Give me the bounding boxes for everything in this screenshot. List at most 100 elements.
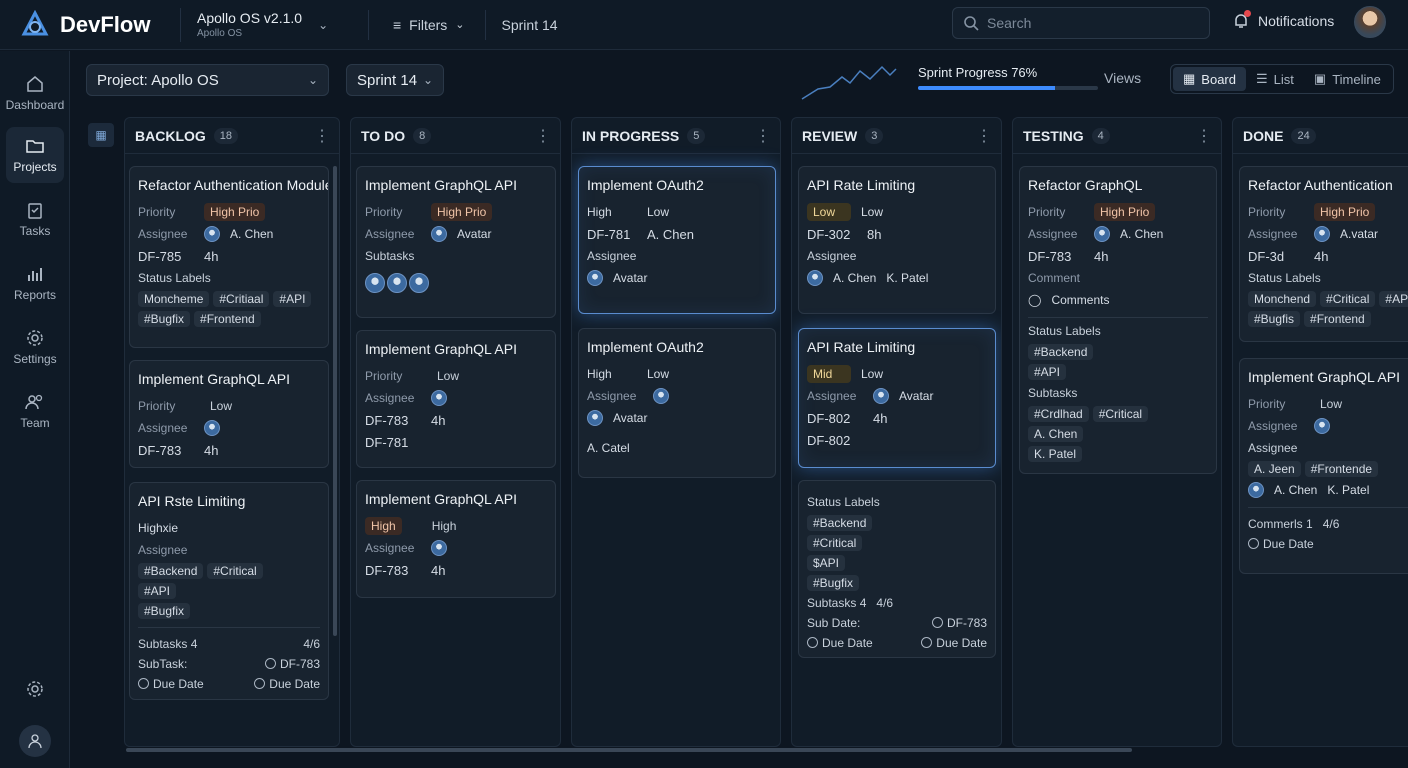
- sprint-indicator[interactable]: Sprint 14: [484, 9, 558, 40]
- task-card[interactable]: Implement GraphQL API Priority High Prio …: [356, 166, 556, 318]
- field-label: Assignee: [807, 389, 857, 403]
- kebab-menu-icon[interactable]: ⋮: [314, 126, 330, 146]
- priority-badge: High: [587, 205, 612, 219]
- project-switcher[interactable]: Apollo OS v2.1.0 Apollo OS ⌄: [180, 7, 360, 42]
- card-title: Refactor GraphQL: [1028, 177, 1143, 193]
- estimate: 8h: [867, 226, 882, 242]
- tag[interactable]: #API: [1028, 364, 1067, 380]
- app-logo[interactable]: DevFlow: [0, 9, 180, 40]
- priority-badge: Low: [807, 203, 851, 221]
- tag[interactable]: $API: [807, 555, 846, 571]
- person-tag[interactable]: A. Chen: [1028, 426, 1084, 442]
- tag[interactable]: #Frontende: [1304, 461, 1379, 477]
- task-card[interactable]: Refactor Authentication Module Priority H…: [129, 166, 329, 348]
- task-card[interactable]: API Rate Limiting Low Low DF-302 8h Assign…: [798, 166, 996, 314]
- sidebar-item-settings[interactable]: Settings: [6, 319, 64, 375]
- clock-icon: [931, 617, 943, 628]
- notifications-button[interactable]: Notifications: [1232, 10, 1334, 30]
- tag[interactable]: #Bugfix: [138, 603, 191, 619]
- tag-list: Monchend #Critical #AP #Bugfis #Frontend: [1248, 289, 1408, 329]
- tag[interactable]: Moncheme: [138, 291, 210, 307]
- tag[interactable]: #Bugfix: [807, 575, 860, 591]
- task-card[interactable]: API Rate Limiting Mid Low Assignee Avatar …: [798, 328, 996, 468]
- home-icon: [27, 76, 43, 92]
- comments-row[interactable]: ◯ Comments: [1028, 289, 1208, 311]
- tag[interactable]: #Backend: [1028, 344, 1094, 360]
- project-version: Apollo OS v2.1.0: [197, 10, 303, 26]
- tag[interactable]: A. Jeen: [1248, 461, 1301, 477]
- tag[interactable]: #Critical: [807, 535, 863, 551]
- sidebar-item-team[interactable]: Team: [6, 383, 64, 439]
- sprint-select[interactable]: Sprint 14 ⌄: [346, 64, 444, 96]
- folder-icon: [26, 140, 44, 153]
- view-timeline-button[interactable]: ▣ Timeline: [1304, 67, 1391, 91]
- search-input[interactable]: [987, 15, 1187, 31]
- task-card[interactable]: Implement OAuth2 High Low DF-781 A. Chen A…: [578, 166, 776, 314]
- kebab-menu-icon[interactable]: ⋮: [1196, 126, 1212, 146]
- due-date: Due Date: [153, 677, 204, 691]
- sidebar-item-label: Projects: [13, 160, 57, 174]
- tag[interactable]: #AP: [1379, 291, 1408, 307]
- kebab-menu-icon[interactable]: ⋮: [976, 126, 992, 146]
- task-card[interactable]: Implement GraphQL API Priority Low Assign…: [129, 360, 329, 468]
- task-card[interactable]: Refactor Authentication Priority High Pri…: [1239, 166, 1408, 342]
- subtasks-label: Subtasks: [1028, 386, 1078, 400]
- sidebar-item-dashboard[interactable]: Dashboard: [6, 65, 64, 121]
- sidebar-settings-button[interactable]: [6, 671, 64, 707]
- search-box[interactable]: [952, 7, 1210, 39]
- task-id: DF-3d: [1248, 248, 1285, 264]
- assignee-row: Assignee A. Chen: [1028, 223, 1208, 245]
- task-card[interactable]: API Rste Limiting Highxie Assignee #Back…: [129, 482, 329, 700]
- kebab-menu-icon[interactable]: ⋮: [535, 126, 551, 146]
- task-card[interactable]: Implement GraphQL API Priority Low Assign…: [356, 330, 556, 468]
- avatar: [431, 390, 447, 406]
- tag[interactable]: #API: [273, 291, 312, 307]
- priority-badge: High: [431, 519, 457, 533]
- tag[interactable]: #Backend: [138, 563, 204, 579]
- tag[interactable]: #Critical: [1092, 406, 1149, 422]
- task-card[interactable]: Refactor GraphQL Priority High Prio Assig…: [1019, 166, 1217, 474]
- tag[interactable]: #Crdlhad: [1028, 406, 1089, 422]
- tag[interactable]: #Frontend: [194, 311, 261, 327]
- assignee-row: A. Chen K. Patel: [807, 267, 987, 289]
- tag[interactable]: #Frontend: [1304, 311, 1371, 327]
- tag[interactable]: #Critiaal: [213, 291, 270, 307]
- tag[interactable]: #Bugfis: [1248, 311, 1301, 327]
- sidebar-profile-button[interactable]: [19, 725, 51, 757]
- task-card[interactable]: Implement GraphQL API Priority Low Assign…: [1239, 358, 1408, 574]
- task-card[interactable]: Implement OAuth2 High Low Assignee Avatar…: [578, 328, 776, 478]
- gear-icon: [27, 330, 43, 346]
- tag[interactable]: Monchend: [1248, 291, 1317, 307]
- tag[interactable]: #API: [138, 583, 177, 599]
- tag[interactable]: #Bugfix: [138, 311, 191, 327]
- column-scrollbar[interactable]: [333, 166, 337, 636]
- view-list-button[interactable]: ☰ List: [1246, 67, 1304, 91]
- project-select[interactable]: Project: Apollo OS ⌄: [86, 64, 329, 96]
- tag[interactable]: #Backend: [807, 515, 873, 531]
- board-horizontal-scrollbar[interactable]: [126, 748, 1132, 752]
- person-tag[interactable]: K. Patel: [1028, 446, 1083, 462]
- tag[interactable]: #Critical: [1320, 291, 1376, 307]
- tag-list: #Backend #API: [1028, 342, 1208, 382]
- sliders-icon: ≡: [393, 16, 402, 33]
- clock-icon: [921, 637, 933, 648]
- sidebar-item-projects[interactable]: Projects: [6, 127, 64, 183]
- user-avatar[interactable]: [1354, 6, 1386, 38]
- task-card[interactable]: Implement GraphQL API High High Assignee …: [356, 480, 556, 598]
- assignee-name: A. Catel: [587, 441, 630, 455]
- kebab-menu-icon[interactable]: ⋮: [755, 126, 771, 146]
- table-view-icon[interactable]: ▦: [88, 123, 114, 147]
- tag-list: #Backend #Critical $API #Bugfix: [807, 513, 987, 593]
- column-count: 18: [213, 127, 239, 144]
- tag[interactable]: #Critical: [207, 563, 263, 579]
- column-count: 8: [413, 127, 432, 144]
- sprint-select-value: Sprint 14: [357, 71, 418, 89]
- priority-badge: High: [587, 367, 612, 381]
- sidebar-item-reports[interactable]: Reports: [6, 255, 64, 311]
- avatar-group: [365, 273, 547, 293]
- view-board-button[interactable]: ▦ Board: [1173, 67, 1246, 91]
- filters-button[interactable]: ≡ Filters ⌄: [368, 9, 485, 40]
- task-card[interactable]: Status Labels #Backend #Critical $API #Bugf…: [798, 480, 996, 658]
- estimate: 4h: [204, 442, 219, 458]
- sidebar-item-tasks[interactable]: Tasks: [6, 191, 64, 247]
